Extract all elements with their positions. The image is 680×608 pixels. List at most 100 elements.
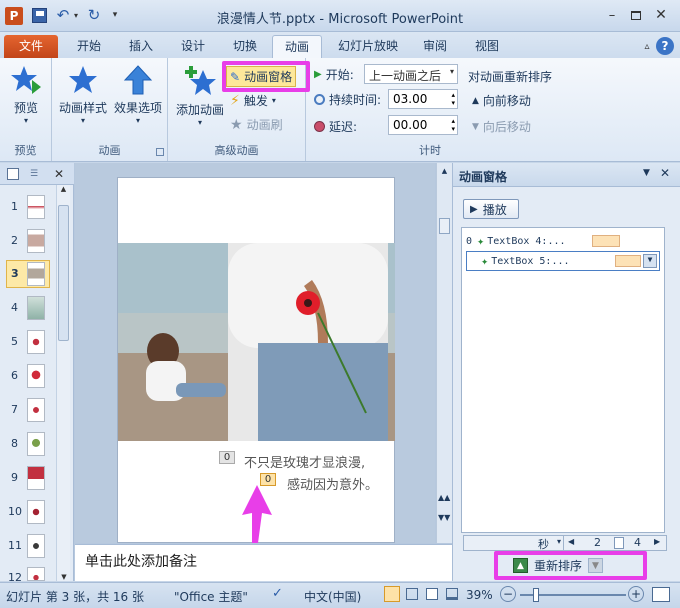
language[interactable]: 中文(中国) (304, 588, 361, 605)
outline-tab-icon[interactable]: ☰ (28, 168, 40, 180)
play-button[interactable]: ▶ 播放 (463, 199, 519, 219)
slide-text-line1[interactable]: 不只是玫瑰才显浪漫, (244, 452, 365, 471)
delay-spinner-icon[interactable]: ▴ ▾ (451, 117, 455, 133)
timeline-left-icon[interactable]: ◀ (568, 537, 574, 546)
slide-thumbnail[interactable] (27, 330, 45, 354)
play-icon: ▶ (470, 203, 478, 215)
slide-text-line2[interactable]: 感动因为意外。 (287, 474, 378, 493)
move-earlier-button[interactable]: ▲ 向前移动 (472, 92, 531, 109)
tab-transitions[interactable]: 切换 (222, 35, 268, 58)
slide-thumbnail[interactable] (27, 567, 45, 581)
slides-scrollbar[interactable]: ▲ ▼ (56, 185, 70, 581)
minimize-ribbon-icon[interactable]: ▵ (640, 40, 654, 52)
add-animation-dropdown-icon: ▾ (197, 118, 202, 127)
timeline-right-icon[interactable]: ▶ (654, 537, 660, 546)
ribbon: 预览 ▾ 预览 动画样式 ▾ 效果选项 ▾ 动画 添加动画 ▾ ✎ 动画窗格 ⚡… (0, 58, 680, 162)
start-select[interactable]: 上一动画之后 ▾ (364, 64, 458, 84)
add-animation-button[interactable]: 添加动画 ▾ (174, 64, 226, 127)
slide-thumbnail[interactable] (27, 432, 45, 456)
highlight-animation-pane (222, 61, 310, 92)
slide-info: 幻灯片 第 3 张，共 16 张 (6, 590, 144, 604)
animation-pane-title: 动画窗格 (459, 170, 508, 184)
notes-placeholder: 单击此处添加备注 (85, 554, 197, 570)
scroll-up-icon[interactable]: ▲ (57, 185, 70, 193)
zoom-in-icon[interactable]: + (628, 586, 644, 602)
start-label-text: 开始: (325, 68, 354, 82)
maximize-button[interactable] (628, 8, 644, 22)
zoom-slider-thumb[interactable] (533, 588, 539, 602)
animation-item[interactable]: 0 ✦ TextBox 4:... (466, 232, 662, 250)
timeline-unit-dropdown[interactable]: 秒 ▾ (464, 536, 564, 551)
slide-number: 5 (11, 335, 18, 348)
preview-label: 预览 (13, 101, 38, 115)
theme-name[interactable]: "Office 主题" (174, 588, 248, 605)
tab-animations[interactable]: 动画 (272, 35, 322, 58)
animation-star-icon (69, 66, 97, 93)
tab-insert[interactable]: 插入 (118, 35, 164, 58)
pane-close-icon[interactable]: ✕ (660, 166, 670, 180)
tab-review[interactable]: 审阅 (412, 35, 458, 58)
animation-painter-button[interactable]: ★ 动画刷 (230, 116, 283, 133)
title-bar: P ↶ ▾ ↻ ▾ 浪漫情人节.pptx - Microsoft PowerPo… (0, 0, 680, 32)
canvas-prev-slide-icon[interactable]: ▲▲ (438, 493, 450, 502)
tab-slideshow[interactable]: 幻灯片放映 (332, 35, 404, 58)
pane-menu-icon[interactable]: ▼ (643, 168, 650, 178)
fit-window-icon[interactable] (652, 587, 670, 602)
close-button[interactable]: ✕ (652, 7, 670, 23)
scroll-thumb[interactable] (58, 205, 69, 341)
animation-styles-button[interactable]: 动画样式 ▾ (58, 64, 108, 125)
slide-thumbnail[interactable] (27, 229, 45, 253)
move-earlier-label: 向前移动 (482, 94, 531, 108)
slide-thumbnail[interactable] (27, 296, 45, 320)
tab-file[interactable]: 文件 (4, 35, 58, 58)
slide-sorter-icon[interactable] (406, 588, 418, 600)
zoom-value[interactable]: 39% (466, 588, 493, 602)
move-later-button[interactable]: ▼ 向后移动 (472, 118, 531, 135)
notes-area[interactable]: 单击此处添加备注 (75, 544, 452, 581)
slide-thumbnail[interactable] (27, 195, 45, 219)
dialog-launcher-icon[interactable] (156, 148, 164, 156)
timeline-marker-icon[interactable] (614, 537, 624, 549)
normal-view-icon[interactable] (384, 586, 400, 602)
slide-thumbnail[interactable] (27, 398, 45, 422)
preview-dropdown-icon: ▾ (23, 116, 28, 125)
canvas-scroll-up-icon[interactable]: ▲ (437, 167, 452, 175)
reading-view-icon[interactable] (426, 588, 438, 600)
delay-input[interactable]: 00.00 ▴ ▾ (388, 115, 458, 135)
timeline-unit: 秒 (538, 538, 549, 551)
animation-item-selected[interactable]: ✦ TextBox 5:... ▼ (466, 251, 660, 271)
canvas-scrollbar[interactable]: ▲ ▲▲ ▼▼ (436, 163, 452, 543)
slide-thumbnail[interactable] (27, 466, 45, 490)
item-dropdown-icon[interactable]: ▼ (643, 254, 657, 268)
slide-thumbnail[interactable] (27, 500, 45, 524)
scroll-down-icon[interactable]: ▼ (57, 573, 71, 581)
ribbon-tabs: 文件 开始 插入 设计 切换 动画 幻灯片放映 审阅 视图 ▵ ? (0, 32, 680, 58)
tag-0-first[interactable]: 0 (219, 451, 235, 464)
spellcheck-icon[interactable]: ✓ (272, 586, 283, 601)
trigger-label: 触发 (243, 94, 268, 108)
canvas-next-slide-icon[interactable]: ▼▼ (438, 513, 450, 522)
slide-thumbnail[interactable] (27, 262, 45, 286)
group-animation-label: 动画 (98, 144, 121, 157)
tab-design[interactable]: 设计 (170, 35, 216, 58)
delay-label: 延迟: (314, 118, 357, 135)
zoom-out-icon[interactable]: − (500, 586, 516, 602)
preview-button[interactable]: 预览 ▾ (6, 64, 46, 125)
canvas-scroll-thumb[interactable] (439, 218, 450, 234)
add-animation-label: 添加动画 (175, 103, 224, 117)
preview-star-icon (11, 66, 41, 94)
trigger-button[interactable]: ⚡ 触发 ▾ (230, 92, 276, 109)
tab-home[interactable]: 开始 (66, 35, 112, 58)
slideshow-icon[interactable] (446, 588, 458, 600)
minimize-button[interactable]: – (604, 8, 620, 23)
close-panel-icon[interactable]: ✕ (52, 166, 66, 182)
slide-number: 4 (11, 301, 18, 314)
slide-thumbnail[interactable] (27, 364, 45, 388)
duration-spinner-icon[interactable]: ▴ ▾ (451, 91, 455, 107)
effect-options-button[interactable]: 效果选项 ▾ (112, 64, 164, 125)
help-icon[interactable]: ? (656, 37, 674, 55)
slides-tab-icon[interactable] (7, 168, 19, 180)
slide-thumbnail[interactable] (27, 534, 45, 558)
duration-input[interactable]: 03.00 ▴ ▾ (388, 89, 458, 109)
tab-view[interactable]: 视图 (464, 35, 510, 58)
